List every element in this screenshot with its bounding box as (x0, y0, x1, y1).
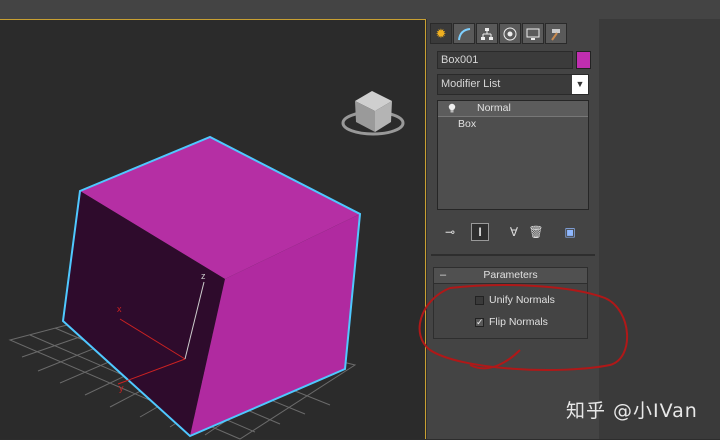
watermark-text: 知乎 @小IVan (566, 400, 698, 422)
display-monitor-icon (526, 28, 540, 40)
show-end-result-button[interactable]: I (471, 223, 489, 241)
create-tab[interactable]: ✹ (430, 23, 452, 44)
remove-modifier-button[interactable]: 🗑 (527, 223, 545, 241)
axis-y-label: y (119, 383, 124, 393)
modifier-list-label: Modifier List (441, 78, 501, 90)
sun-icon: ✹ (435, 25, 447, 41)
modifier-stack[interactable]: Normal Box (437, 100, 589, 210)
panel-divider (431, 254, 595, 256)
utilities-tab[interactable] (545, 23, 567, 44)
motion-icon (503, 27, 517, 40)
object-color-swatch[interactable] (576, 51, 591, 69)
perspective-viewport[interactable]: x y z (0, 19, 426, 440)
hierarchy-icon (481, 27, 493, 40)
pin-icon: ⊸ (444, 225, 456, 239)
configure-modifier-sets-button[interactable]: ▣ (561, 223, 579, 241)
chevron-down-icon[interactable]: ▼ (572, 75, 588, 94)
end-result-icon: I (478, 225, 482, 239)
trash-icon: 🗑 (528, 225, 544, 239)
modify-curve-icon (458, 27, 471, 40)
command-panel-tabs: ✹ (430, 23, 567, 45)
hierarchy-tab[interactable] (476, 23, 498, 44)
top-toolbar (0, 0, 720, 19)
axis-x-label: x (117, 304, 122, 314)
display-tab[interactable] (522, 23, 544, 44)
pin-stack-button[interactable]: ⊸ (441, 223, 459, 241)
modify-tab[interactable] (453, 23, 475, 44)
red-annotation-circle (418, 284, 629, 371)
stack-item-box[interactable]: Box (438, 117, 588, 132)
lightbulb-icon[interactable] (448, 103, 456, 113)
magenta-box-object[interactable] (61, 135, 362, 438)
motion-tab[interactable] (499, 23, 521, 44)
axis-z-label: z (201, 271, 206, 281)
modifier-list-dropdown[interactable]: Modifier List ▼ (437, 74, 589, 95)
viewcube-icon[interactable] (341, 91, 405, 136)
stack-item-label: Box (458, 118, 477, 130)
stack-toolbar: ⊸ I ∀ 🗑 ▣ (437, 220, 589, 244)
object-name-field[interactable]: Box001 (437, 51, 573, 69)
stack-item-normal[interactable]: Normal (438, 101, 588, 117)
make-unique-icon: ∀ (509, 225, 519, 239)
stack-item-label: Normal (477, 102, 511, 114)
make-unique-button[interactable]: ∀ (505, 223, 523, 241)
configure-icon: ▣ (564, 225, 576, 239)
viewport-scene: x y z (8, 91, 405, 440)
hammer-icon (551, 28, 560, 41)
